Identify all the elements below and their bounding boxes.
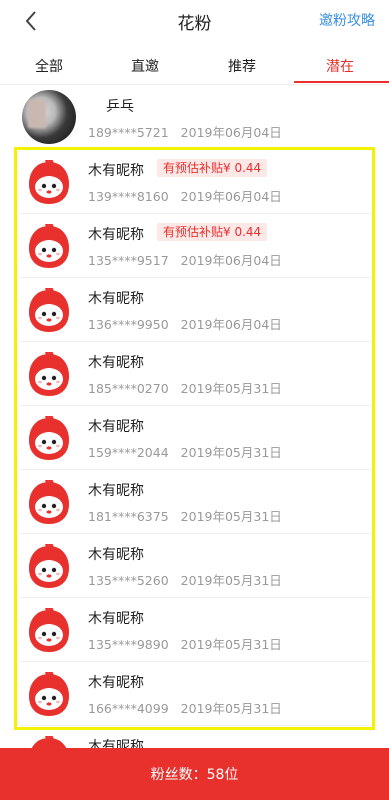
fan-count-label: 粉丝数：58位	[150, 767, 239, 783]
fan-join-date: 2019年06月04日	[180, 125, 282, 140]
fan-phone: 159****2044	[88, 445, 169, 460]
fan-phone: 135****5260	[88, 573, 169, 588]
fan-phone: 139****8160	[88, 189, 169, 204]
fan-join-date: 2019年06月04日	[180, 253, 282, 268]
mascot-avatar-icon	[29, 416, 69, 460]
fan-phone: 185****0270	[88, 381, 169, 396]
fan-list-item[interactable]: 木有昵称 135****5260 2019年05月31日	[0, 534, 389, 598]
subsidy-badge: 有预估补贴¥ 0.44	[157, 159, 268, 177]
fan-name: 木有昵称	[88, 419, 144, 435]
fan-join-date: 2019年06月04日	[180, 189, 282, 204]
fan-meta: 189****5721 2019年06月04日	[88, 122, 282, 141]
fan-list-item[interactable]: 乒乓 189****5721 2019年06月04日	[0, 86, 389, 150]
fan-join-date: 2019年05月31日	[180, 573, 282, 588]
fan-name: 木有昵称	[88, 163, 144, 179]
tab-all[interactable]: 全部	[35, 56, 63, 76]
mascot-avatar-icon	[29, 224, 69, 268]
invite-guide-link[interactable]: 邀粉攻略	[319, 10, 375, 30]
fan-list-item[interactable]: 木有昵称 159****2044 2019年05月31日	[0, 406, 389, 470]
fan-list-item[interactable]: 木有昵称 136****9950 2019年06月04日	[0, 278, 389, 342]
user-photo-avatar	[22, 90, 76, 144]
fan-meta: 185****0270 2019年05月31日	[88, 378, 282, 397]
mascot-avatar-icon	[29, 288, 69, 332]
tab-potential[interactable]: 潜在	[326, 56, 354, 76]
mascot-avatar-icon	[29, 160, 69, 204]
fan-list-item[interactable]: 木有昵称 181****6375 2019年05月31日	[0, 470, 389, 534]
fan-meta: 135****5260 2019年05月31日	[88, 570, 282, 589]
fan-list-item[interactable]: 木有昵称 有预估补贴¥ 0.44 135****9517 2019年06月04日	[0, 214, 389, 278]
mascot-avatar-icon	[29, 544, 69, 588]
footer-bar: 粉丝数：58位	[0, 748, 389, 800]
fan-meta: 135****9890 2019年05月31日	[88, 634, 282, 653]
fan-phone: 189****5721	[88, 125, 169, 140]
subsidy-badge: 有预估补贴¥ 0.44	[157, 223, 268, 241]
fan-list-item[interactable]: 木有昵称 有预估补贴¥ 0.44 139****8160 2019年06月04日	[0, 150, 389, 214]
fan-meta: 166****4099 2019年05月31日	[88, 698, 282, 717]
tab-direct[interactable]: 直邀	[131, 56, 159, 76]
fan-join-date: 2019年05月31日	[180, 445, 282, 460]
fan-meta: 181****6375 2019年05月31日	[88, 506, 282, 525]
fan-join-date: 2019年06月04日	[180, 317, 282, 332]
mascot-avatar-icon	[29, 672, 69, 716]
active-tab-indicator	[294, 81, 389, 83]
fan-name: 木有昵称	[88, 547, 144, 563]
fan-meta: 159****2044 2019年05月31日	[88, 442, 282, 461]
header-bar: 花粉 邀粉攻略	[0, 0, 389, 44]
fan-name: 乒乓	[106, 99, 134, 115]
fan-join-date: 2019年05月31日	[180, 509, 282, 524]
fan-join-date: 2019年05月31日	[180, 701, 282, 716]
fan-name: 木有昵称	[88, 675, 144, 691]
mascot-avatar-icon	[29, 480, 69, 524]
mascot-avatar-icon	[29, 608, 69, 652]
fan-meta: 136****9950 2019年06月04日	[88, 314, 282, 333]
fan-name: 木有昵称	[88, 355, 144, 371]
fan-name: 木有昵称	[88, 611, 144, 627]
fan-list-item[interactable]: 木有昵称 166****4099 2019年05月31日	[0, 662, 389, 726]
mascot-avatar-icon	[29, 352, 69, 396]
fan-list-item[interactable]: 木有昵称 185****0270 2019年05月31日	[0, 342, 389, 406]
fan-phone: 181****6375	[88, 509, 169, 524]
fan-phone: 135****9517	[88, 253, 169, 268]
fan-name: 木有昵称	[88, 291, 144, 307]
fan-list-item[interactable]: 木有昵称 135****9890 2019年05月31日	[0, 598, 389, 662]
tab-bar: 全部 直邀 推荐 潜在	[0, 50, 389, 85]
fan-join-date: 2019年05月31日	[180, 637, 282, 652]
fan-name: 木有昵称	[88, 227, 144, 243]
tab-recommended[interactable]: 推荐	[228, 56, 256, 76]
fan-phone: 166****4099	[88, 701, 169, 716]
fan-phone: 136****9950	[88, 317, 169, 332]
fan-meta: 135****9517 2019年06月04日	[88, 250, 282, 269]
fan-phone: 135****9890	[88, 637, 169, 652]
fan-join-date: 2019年05月31日	[180, 381, 282, 396]
fan-meta: 139****8160 2019年06月04日	[88, 186, 282, 205]
fan-name: 木有昵称	[88, 483, 144, 499]
